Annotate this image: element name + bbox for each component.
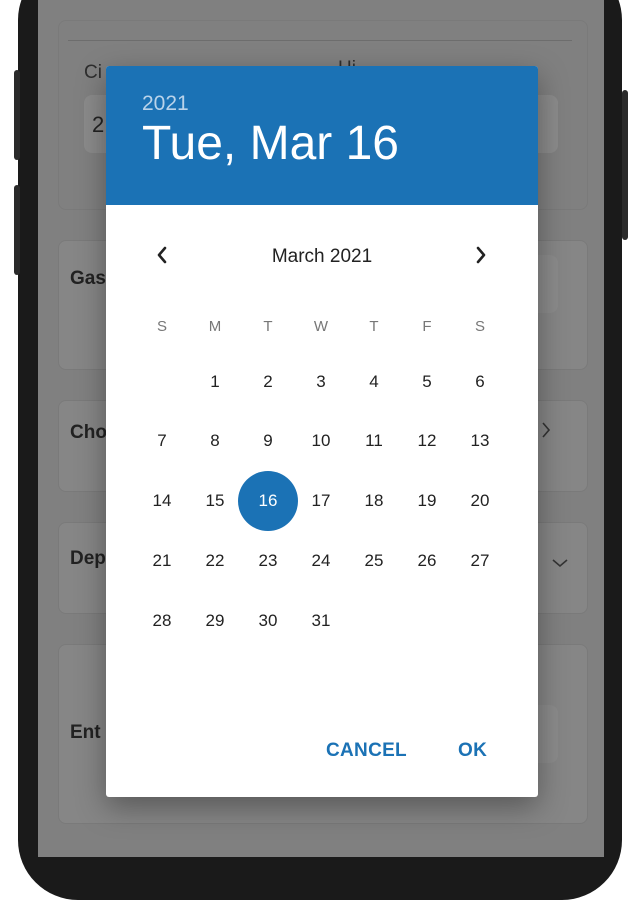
calendar-day[interactable]: 8 <box>195 421 235 461</box>
next-month-button[interactable] <box>463 239 499 275</box>
phone-side-button <box>622 90 628 240</box>
calendar-day[interactable]: 28 <box>142 601 182 641</box>
calendar-day[interactable]: 18 <box>354 481 394 521</box>
calendar-day[interactable]: 17 <box>301 481 341 521</box>
calendar-day[interactable]: 23 <box>248 541 288 581</box>
calendar-day[interactable]: 29 <box>195 601 235 641</box>
calendar-day[interactable]: 2 <box>248 362 288 402</box>
calendar-day[interactable]: 5 <box>407 362 447 402</box>
date-picker-dialog: 2021 Tue, Mar 16 March 2021 SMTWTFS 1234… <box>106 66 538 797</box>
calendar-day[interactable]: 7 <box>142 421 182 461</box>
chevron-down-icon <box>550 556 570 574</box>
calendar-day[interactable]: 15 <box>195 481 235 521</box>
calendar-day[interactable]: 9 <box>248 421 288 461</box>
chevron-right-icon <box>474 245 488 270</box>
gas-label: Gas <box>70 268 106 289</box>
weekday-label: F <box>422 318 432 335</box>
calendar-day[interactable]: 1 <box>195 362 235 402</box>
calendar-day[interactable]: 3 <box>301 362 341 402</box>
calendar-day[interactable]: 12 <box>407 421 447 461</box>
header-selected-date[interactable]: Tue, Mar 16 <box>142 116 399 171</box>
calendar-day[interactable]: 14 <box>142 481 182 521</box>
department-label: Dep <box>70 548 106 569</box>
calendar-day[interactable]: 30 <box>248 601 288 641</box>
calendar-day[interactable]: 27 <box>460 541 500 581</box>
weekday-label: S <box>156 318 167 335</box>
calendar-day[interactable]: 20 <box>460 481 500 521</box>
date-picker-header: 2021 Tue, Mar 16 <box>106 66 538 205</box>
header-year[interactable]: 2021 <box>142 92 189 116</box>
month-navigation: March 2021 <box>106 239 538 275</box>
calendar-day[interactable]: 22 <box>195 541 235 581</box>
weekday-label: T <box>263 318 273 335</box>
phone-side-button <box>14 70 20 160</box>
weekday-label: T <box>369 318 379 335</box>
weekday-label: W <box>313 318 329 335</box>
calendar-day[interactable]: 13 <box>460 421 500 461</box>
calendar-day[interactable]: 21 <box>142 541 182 581</box>
weekday-label: M <box>208 318 222 335</box>
enter-label: Ent <box>70 722 101 743</box>
calendar-day[interactable]: 25 <box>354 541 394 581</box>
calendar-day[interactable]: 6 <box>460 362 500 402</box>
calendar-day[interactable]: 11 <box>354 421 394 461</box>
choose-label: Cho <box>70 422 107 443</box>
ok-button[interactable]: OK <box>458 740 487 762</box>
cancel-button[interactable]: CANCEL <box>326 740 407 762</box>
calendar-day[interactable]: 4 <box>354 362 394 402</box>
calendar-day[interactable]: 31 <box>301 601 341 641</box>
chevron-right-icon <box>540 420 552 445</box>
calendar-day[interactable]: 26 <box>407 541 447 581</box>
calendar-day[interactable]: 10 <box>301 421 341 461</box>
phone-side-button <box>14 185 20 275</box>
calendar-day[interactable]: 19 <box>407 481 447 521</box>
calendar-day-selected[interactable]: 16 <box>238 471 298 531</box>
weekday-label: S <box>474 318 485 335</box>
calendar-day[interactable]: 24 <box>301 541 341 581</box>
